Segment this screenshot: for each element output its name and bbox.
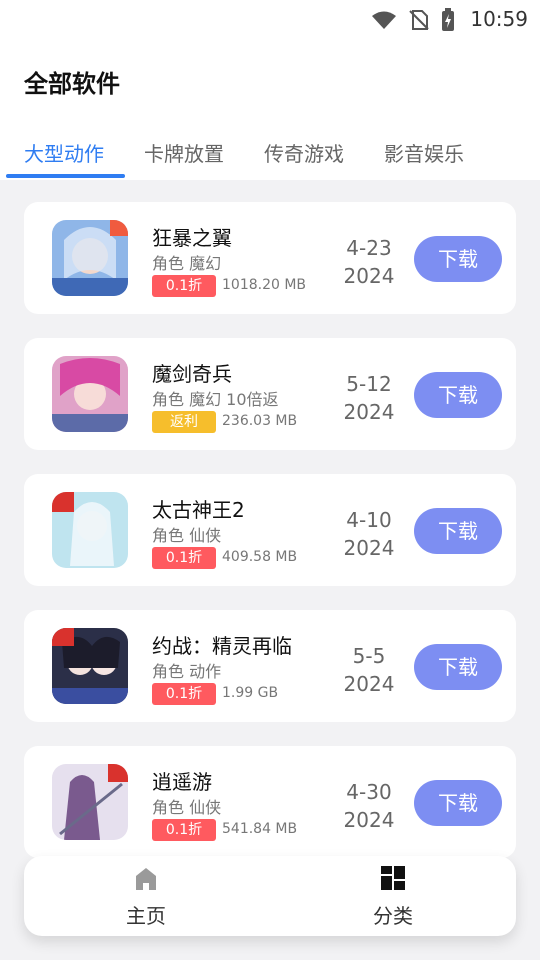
release-date: 4-10 2024: [334, 506, 404, 562]
download-button[interactable]: 下载: [414, 780, 502, 826]
nav-home-label: 主页: [126, 904, 166, 928]
app-name: 狂暴之翼: [152, 226, 232, 250]
app-size: 409.58 MB: [222, 549, 298, 565]
app-card[interactable]: 约战：精灵再临 角色 动作 0.1折 1.99 GB 5-5 2024 下载: [24, 610, 516, 722]
tab-legend[interactable]: 传奇游戏: [264, 138, 344, 167]
app-size: 236.03 MB: [222, 413, 298, 429]
download-button[interactable]: 下载: [414, 644, 502, 690]
nav-category-label: 分类: [373, 904, 413, 928]
download-button[interactable]: 下载: [414, 236, 502, 282]
app-size: 541.84 MB: [222, 821, 298, 837]
battery-charging-icon: [440, 8, 456, 36]
rebate-badge: 返利: [152, 411, 216, 433]
release-date-md: 4-10: [346, 508, 392, 532]
nav-home[interactable]: 主页: [86, 864, 206, 929]
app-name: 逍遥游: [152, 770, 212, 794]
app-tags: 角色 魔幻: [152, 254, 222, 273]
app-card[interactable]: 狂暴之翼 角色 魔幻 0.1折 1018.20 MB 4-23 2024 下载: [24, 202, 516, 314]
app-icon: [52, 492, 128, 568]
app-size: 1018.20 MB: [222, 277, 307, 293]
release-date-year: 2024: [343, 808, 395, 832]
bottom-nav: 主页 分类: [24, 856, 516, 936]
tab-card[interactable]: 卡牌放置: [144, 138, 224, 167]
app-name: 约战：精灵再临: [152, 634, 292, 658]
release-date: 4-23 2024: [334, 234, 404, 290]
tab-media[interactable]: 影音娱乐: [384, 138, 464, 167]
app-name: 太古神王2: [152, 498, 245, 522]
discount-badge: 0.1折: [152, 547, 216, 569]
top-area: 10:59 全部软件 大型动作 卡牌放置 传奇游戏 影音娱乐: [0, 0, 540, 180]
app-icon: [52, 220, 128, 296]
release-date-md: 4-30: [346, 780, 392, 804]
app-tags: 角色 魔幻 10倍返: [152, 390, 279, 409]
nav-category[interactable]: 分类: [333, 864, 453, 929]
app-size: 1.99 GB: [222, 685, 279, 701]
app-card[interactable]: 太古神王2 角色 仙侠 0.1折 409.58 MB 4-10 2024 下载: [24, 474, 516, 586]
clock: 10:59: [470, 7, 528, 31]
app-tags: 角色 动作: [152, 662, 222, 681]
app-tags: 角色 仙侠: [152, 798, 222, 817]
wifi-icon: [370, 10, 398, 34]
release-date-year: 2024: [343, 672, 395, 696]
release-date: 5-12 2024: [334, 370, 404, 426]
release-date: 5-5 2024: [334, 642, 404, 698]
release-date-md: 5-5: [352, 644, 386, 668]
app-card[interactable]: 逍遥游 角色 仙侠 0.1折 541.84 MB 4-30 2024 下载: [24, 746, 516, 858]
release-date-year: 2024: [343, 264, 395, 288]
discount-badge: 0.1折: [152, 819, 216, 841]
release-date-year: 2024: [343, 400, 395, 424]
no-sim-icon: [408, 9, 430, 35]
app-tags: 角色 仙侠: [152, 526, 222, 545]
app-list: 狂暴之翼 角色 魔幻 0.1折 1018.20 MB 4-23 2024 下载 …: [0, 180, 540, 860]
active-tab-indicator: [6, 174, 125, 178]
tab-action[interactable]: 大型动作: [24, 138, 104, 167]
release-date-md: 5-12: [346, 372, 392, 396]
status-bar: 10:59: [0, 0, 540, 36]
download-button[interactable]: 下载: [414, 508, 502, 554]
discount-badge: 0.1折: [152, 275, 216, 297]
release-date-md: 4-23: [346, 236, 392, 260]
app-icon: [52, 356, 128, 432]
app-name: 魔剑奇兵: [152, 362, 232, 386]
category-tabs: 大型动作 卡牌放置 传奇游戏 影音娱乐: [0, 138, 540, 180]
status-icons: [370, 8, 456, 36]
page-title: 全部软件: [24, 70, 120, 98]
release-date: 4-30 2024: [334, 778, 404, 834]
home-icon: [132, 868, 160, 896]
discount-badge: 0.1折: [152, 683, 216, 705]
grid-icon: [379, 866, 407, 896]
download-button[interactable]: 下载: [414, 372, 502, 418]
app-icon: [52, 764, 128, 840]
release-date-year: 2024: [343, 536, 395, 560]
app-card[interactable]: 魔剑奇兵 角色 魔幻 10倍返 返利 236.03 MB 5-12 2024 下…: [24, 338, 516, 450]
app-icon: [52, 628, 128, 704]
